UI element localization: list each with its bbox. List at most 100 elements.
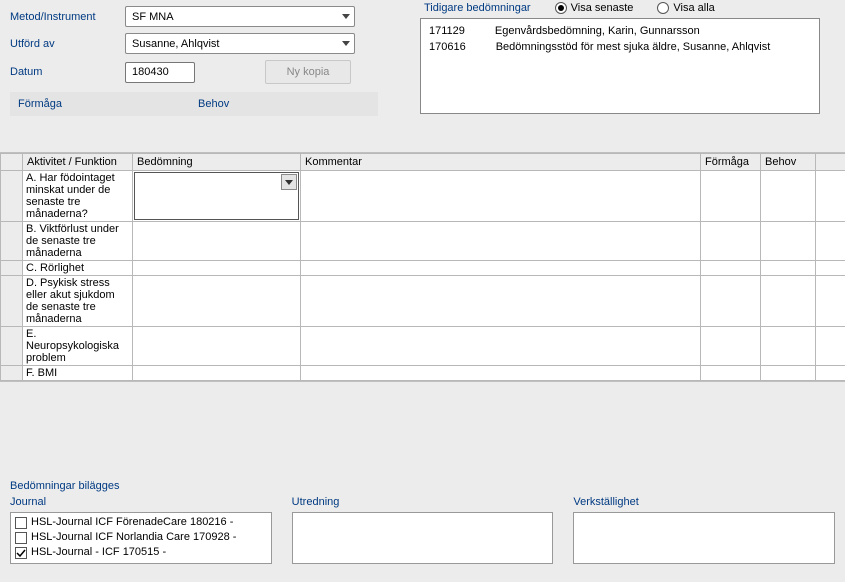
cell-behov[interactable]: [761, 222, 816, 261]
cell-kommentar[interactable]: [301, 276, 701, 327]
cell-aktivitet: F. BMI: [23, 366, 133, 381]
grid-header-row: Aktivitet / Funktion Bedömning Kommentar…: [1, 154, 845, 171]
previous-title: Tidigare bedömningar: [424, 2, 531, 14]
form-block: Metod/Instrument SF MNA Utförd av Susann…: [0, 0, 420, 116]
table-row[interactable]: A. Har födointaget minskat under de sena…: [1, 171, 845, 222]
header-behov[interactable]: Behov: [761, 154, 816, 171]
utredning-list[interactable]: [292, 512, 554, 564]
row-handle[interactable]: [1, 276, 23, 327]
cell-behov[interactable]: [761, 261, 816, 276]
header-formaga[interactable]: Förmåga: [701, 154, 761, 171]
cell-formaga[interactable]: [701, 327, 761, 366]
cell-aktivitet: E. Neuropsykologiska problem: [23, 327, 133, 366]
select-metod[interactable]: SF MNA: [125, 6, 355, 27]
row-handle[interactable]: [1, 261, 23, 276]
col-journal: Journal HSL-Journal ICF FörenadeCare 180…: [10, 496, 272, 564]
header-handle: [1, 154, 23, 171]
select-utford[interactable]: Susanne, Ahlqvist: [125, 33, 355, 54]
cell-bedomning[interactable]: [133, 276, 301, 327]
label-behov[interactable]: Behov: [190, 98, 378, 110]
cell-behov[interactable]: [761, 366, 816, 381]
row-handle[interactable]: [1, 222, 23, 261]
select-utford-value: Susanne, Ahlqvist: [132, 38, 219, 50]
cell-end: [816, 327, 845, 366]
table-row[interactable]: B. Viktförlust under de senaste tre måna…: [1, 222, 845, 261]
input-datum-value: 180430: [132, 66, 169, 78]
cell-bedomning[interactable]: [133, 261, 301, 276]
cell-kommentar[interactable]: [301, 222, 701, 261]
cell-aktivitet: D. Psykisk stress eller akut sjukdom de …: [23, 276, 133, 327]
bottom-title: Bedömningar bilägges: [10, 480, 835, 492]
cell-kommentar[interactable]: [301, 366, 701, 381]
label-formaga[interactable]: Förmåga: [10, 98, 190, 110]
checkbox-checked-icon[interactable]: [15, 547, 27, 559]
cell-end: [816, 366, 845, 381]
chevron-down-icon: [285, 180, 293, 185]
cell-end: [816, 261, 845, 276]
previous-block: Tidigare bedömningar Visa senaste Visa a…: [420, 0, 845, 116]
table-row[interactable]: D. Psykisk stress eller akut sjukdom de …: [1, 276, 845, 327]
select-metod-value: SF MNA: [132, 11, 174, 23]
cell-behov[interactable]: [761, 327, 816, 366]
assessment-grid: Aktivitet / Funktion Bedömning Kommentar…: [0, 152, 845, 382]
cell-bedomning[interactable]: [133, 222, 301, 261]
cell-formaga[interactable]: [701, 261, 761, 276]
cell-bedomning[interactable]: [133, 327, 301, 366]
chevron-down-icon: [342, 14, 350, 19]
chevron-down-icon: [342, 41, 350, 46]
label-metod: Metod/Instrument: [10, 11, 125, 23]
verkstallighet-list[interactable]: [573, 512, 835, 564]
cell-bedomning[interactable]: [133, 366, 301, 381]
dropdown-button[interactable]: [281, 174, 297, 190]
col-utredning: Utredning: [292, 496, 554, 564]
row-handle[interactable]: [1, 366, 23, 381]
label-datum: Datum: [10, 66, 125, 78]
cell-kommentar[interactable]: [301, 327, 701, 366]
journal-item[interactable]: HSL-Journal - ICF 170515 -: [15, 545, 267, 560]
formaga-behov-bar: Förmåga Behov: [10, 92, 378, 116]
cell-aktivitet: A. Har födointaget minskat under de sena…: [23, 171, 133, 222]
header-end: [816, 154, 845, 171]
cell-behov[interactable]: [761, 171, 816, 222]
header-aktivitet[interactable]: Aktivitet / Funktion: [23, 154, 133, 171]
cell-formaga[interactable]: [701, 366, 761, 381]
previous-list[interactable]: 171129 Egenvårdsbedömning, Karin, Gunnar…: [420, 18, 820, 114]
radio-off-icon: [657, 2, 669, 14]
previous-row[interactable]: 170616 Bedömningsstöd för mest sjuka äld…: [429, 39, 811, 55]
cell-end: [816, 276, 845, 327]
label-utredning: Utredning: [292, 496, 554, 508]
cell-formaga[interactable]: [701, 276, 761, 327]
table-row[interactable]: F. BMI: [1, 366, 845, 381]
row-handle[interactable]: [1, 171, 23, 222]
header-kommentar[interactable]: Kommentar: [301, 154, 701, 171]
checkbox-icon[interactable]: [15, 517, 27, 529]
cell-behov[interactable]: [761, 276, 816, 327]
row-handle[interactable]: [1, 327, 23, 366]
previous-row[interactable]: 171129 Egenvårdsbedömning, Karin, Gunnar…: [429, 23, 811, 39]
table-row[interactable]: E. Neuropsykologiska problem: [1, 327, 845, 366]
radio-visa-senaste[interactable]: Visa senaste: [555, 2, 634, 14]
bottom-section: Bedömningar bilägges Journal HSL-Journal…: [0, 480, 845, 564]
cell-kommentar[interactable]: [301, 261, 701, 276]
header-bedomning[interactable]: Bedömning: [133, 154, 301, 171]
checkbox-icon[interactable]: [15, 532, 27, 544]
radio-on-icon: [555, 2, 567, 14]
journal-item[interactable]: HSL-Journal ICF FörenadeCare 180216 -: [15, 515, 267, 530]
ny-kopia-button[interactable]: Ny kopia: [265, 60, 351, 84]
cell-aktivitet: B. Viktförlust under de senaste tre måna…: [23, 222, 133, 261]
cell-aktivitet: C. Rörlighet: [23, 261, 133, 276]
cell-formaga[interactable]: [701, 222, 761, 261]
input-datum[interactable]: 180430: [125, 62, 195, 83]
label-journal: Journal: [10, 496, 272, 508]
cell-end: [816, 171, 845, 222]
cell-end: [816, 222, 845, 261]
col-verkstallighet: Verkställighet: [573, 496, 835, 564]
cell-bedomning-dropdown[interactable]: [133, 171, 301, 222]
cell-formaga[interactable]: [701, 171, 761, 222]
journal-list[interactable]: HSL-Journal ICF FörenadeCare 180216 - HS…: [10, 512, 272, 564]
cell-kommentar[interactable]: [301, 171, 701, 222]
radio-visa-alla[interactable]: Visa alla: [657, 2, 714, 14]
table-row[interactable]: C. Rörlighet: [1, 261, 845, 276]
journal-item[interactable]: HSL-Journal ICF Norlandia Care 170928 -: [15, 530, 267, 545]
label-utford: Utförd av: [10, 38, 125, 50]
